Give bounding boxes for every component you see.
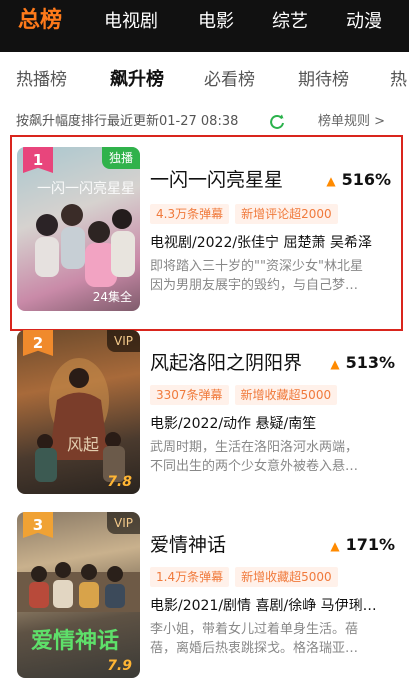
stat-chip: 新增收藏超5000 xyxy=(234,385,338,405)
info-bar: 按飙升幅度排行最近更新01-27 08:38 榜单规则 > xyxy=(0,110,409,134)
subtab-hot[interactable]: 热播榜 xyxy=(16,68,67,92)
rating-score: 7.9 xyxy=(107,658,132,674)
tab-overall[interactable]: 总榜 xyxy=(18,7,62,35)
description-line: 因为男朋友展宇的毁约，与自己梦… xyxy=(150,278,359,293)
vip-badge: VIP xyxy=(107,512,140,534)
list-item[interactable]: 风起 2 VIP 7.8 风起洛阳之阴阳界 ▲ 513% 3307条弹幕 新增收藏超… xyxy=(0,330,409,510)
poster[interactable]: 一闪一闪亮星星 1 独播 24集全 xyxy=(17,147,140,311)
subtab-hot-more[interactable]: 热 xyxy=(390,68,407,92)
tag-chips: 4.3万条弹幕 新增评论超2000 xyxy=(150,203,344,224)
description-line: 蓓，离婚后热衷跳探戈。格洛瑞亚… xyxy=(150,641,359,656)
trend-percent: 513% xyxy=(345,353,395,372)
description-line: 武周时期，生活在洛阳洛河水两端， xyxy=(150,440,359,455)
item-title[interactable]: 一闪一闪亮星星 xyxy=(150,167,283,193)
item-description: 武周时期，生活在洛阳洛河水两端， 不同出生的两个少女意外被卷入悬… xyxy=(150,438,390,476)
refresh-icon[interactable] xyxy=(268,113,286,131)
item-meta: 电影/2022/动作 悬疑/南笙 xyxy=(150,416,317,432)
vip-badge: VIP xyxy=(107,330,140,352)
list-item[interactable]: 爱情神话 3 VIP 7.9 爱情神话 ▲ 171% 1.4万条弹幕 新增收藏超50… xyxy=(0,512,409,692)
svg-text:风起: 风起 xyxy=(67,435,99,454)
tab-movie[interactable]: 电影 xyxy=(198,10,234,34)
rating-score: 7.8 xyxy=(107,474,132,490)
ranking-rules-link[interactable]: 榜单规则 > xyxy=(318,113,385,131)
poster-art: 一闪一闪亮星星 xyxy=(35,180,135,287)
exclusive-badge: 独播 xyxy=(101,147,140,169)
sub-tabs: 热播榜 飙升榜 必看榜 期待榜 热 xyxy=(0,52,409,104)
item-meta: 电视剧/2022/张佳宁 屈楚萧 吴希泽 xyxy=(150,235,372,251)
trend-percent: 171% xyxy=(345,535,395,554)
subtab-rising[interactable]: 飙升榜 xyxy=(110,68,164,92)
trend-up-icon: ▲ xyxy=(326,174,336,188)
episode-count: 24集全 xyxy=(92,290,132,304)
item-description: 李小姐，带着女儿过着单身生活。蓓 蓓，离婚后热衷跳探戈。格洛瑞亚… xyxy=(150,620,390,658)
danmaku-chip: 3307条弹幕 xyxy=(150,385,229,405)
description-line: 不同出生的两个少女意外被卷入悬… xyxy=(150,459,359,474)
svg-text:爱情神话: 爱情神话 xyxy=(31,628,119,654)
danmaku-chip: 1.4万条弹幕 xyxy=(150,567,230,587)
poster[interactable]: 风起 2 VIP 7.8 xyxy=(17,330,140,494)
poster[interactable]: 爱情神话 3 VIP 7.9 xyxy=(17,512,140,678)
subtab-anticipated[interactable]: 期待榜 xyxy=(298,68,349,92)
tab-tv[interactable]: 电视剧 xyxy=(104,10,158,34)
tab-variety[interactable]: 综艺 xyxy=(272,10,308,34)
danmaku-chip: 4.3万条弹幕 xyxy=(150,204,230,224)
list-item[interactable]: 一闪一闪亮星星 1 独播 24集全 一闪一闪亮星星 ▲ 516% 4.3万条弹幕新… xyxy=(10,135,403,331)
top-nav: 总榜 电视剧 电影 综艺 动漫 xyxy=(0,0,409,52)
trend-up-icon: ▲ xyxy=(330,357,340,371)
item-title[interactable]: 爱情神话 xyxy=(150,532,226,558)
tag-chips: 3307条弹幕 新增收藏超5000 xyxy=(150,384,343,405)
ranking-description: 按飙升幅度排行最近更新01-27 08:38 xyxy=(16,114,239,129)
trend-up-icon: ▲ xyxy=(330,539,340,553)
item-meta: 电影/2021/剧情 喜剧/徐峥 马伊琍… xyxy=(150,598,377,614)
trend-value: ▲ 513% xyxy=(330,350,395,377)
poster-art: 爱情神话 xyxy=(17,562,140,654)
trend-percent: 516% xyxy=(341,170,391,189)
tab-anime[interactable]: 动漫 xyxy=(346,10,382,34)
tag-chips: 1.4万条弹幕 新增收藏超5000 xyxy=(150,566,344,587)
subtab-must-see[interactable]: 必看榜 xyxy=(204,68,255,92)
description-line: 李小姐，带着女儿过着单身生活。蓓 xyxy=(150,622,359,637)
trend-value: ▲ 171% xyxy=(330,532,395,559)
trend-value: ▲ 516% xyxy=(326,167,391,194)
item-description: 即将踏入三十岁的""资深少女"林北星 因为男朋友展宇的毁约，与自己梦… xyxy=(150,257,390,295)
poster-art: 风起 xyxy=(35,358,125,482)
stat-chip: 新增评论超2000 xyxy=(235,204,338,224)
stat-chip: 新增收藏超5000 xyxy=(235,567,338,587)
svg-text:一闪一闪亮星星: 一闪一闪亮星星 xyxy=(37,180,135,197)
item-title[interactable]: 风起洛阳之阴阳界 xyxy=(150,350,302,376)
description-line: 即将踏入三十岁的""资深少女"林北星 xyxy=(150,259,363,274)
